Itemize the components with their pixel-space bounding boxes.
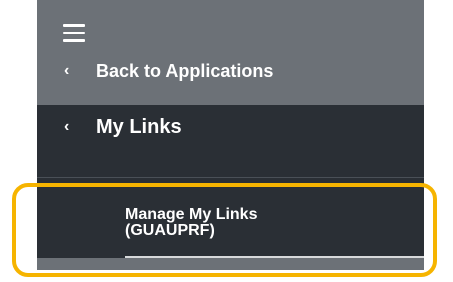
chevron-left-icon: ‹ (64, 62, 70, 79)
back-to-applications-label: Back to Applications (96, 61, 274, 81)
back-to-applications-link[interactable]: ‹ Back to Applications (37, 54, 424, 88)
top-bar: ‹ Back to Applications (37, 0, 424, 105)
bottom-strip (37, 258, 424, 270)
menu-item-label: Manage My Links (GUAUPRF) (125, 206, 258, 239)
hamburger-menu-icon[interactable] (63, 24, 85, 42)
my-links-back-button[interactable]: ‹ My Links (37, 108, 424, 148)
menu-item-manage-my-links[interactable]: Manage My Links (GUAUPRF) (37, 188, 424, 258)
chevron-left-icon: ‹ (64, 118, 70, 135)
my-links-title: My Links (96, 116, 182, 138)
navigation-panel: ‹ Back to Applications ‹ My Links Manage… (37, 0, 424, 270)
divider (37, 177, 424, 178)
